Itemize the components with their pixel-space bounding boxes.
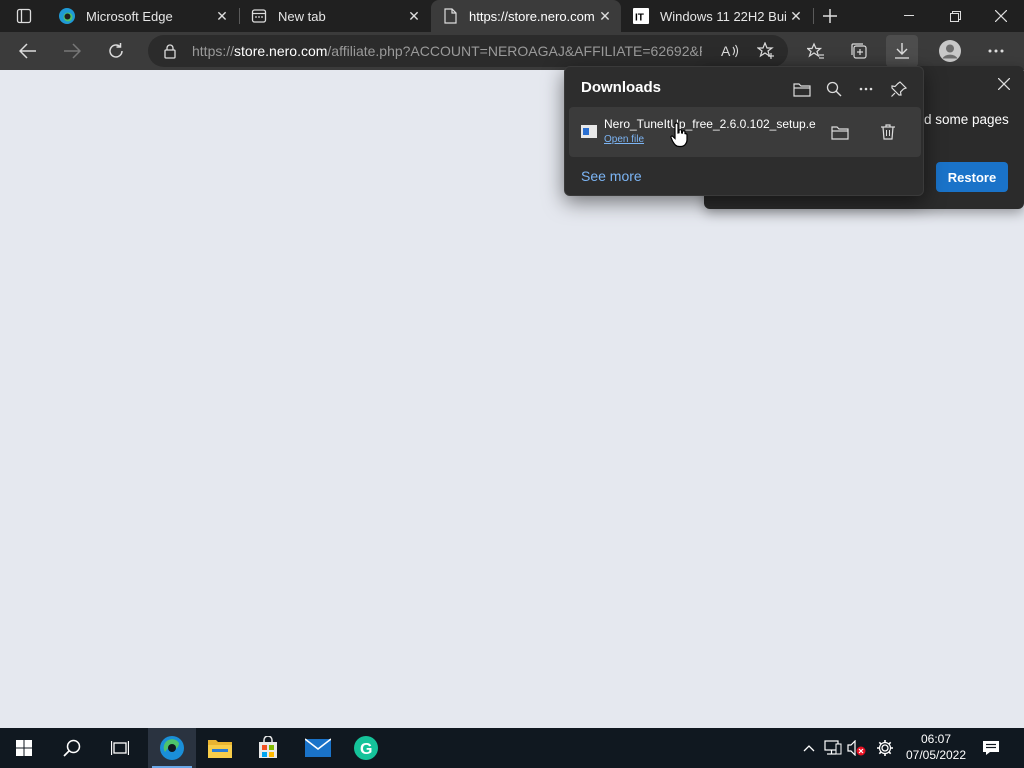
lock-icon[interactable] [160, 43, 180, 59]
collections-icon[interactable] [843, 35, 875, 67]
favorites-icon[interactable] [800, 35, 832, 67]
pin-icon[interactable] [885, 75, 913, 103]
downloads-flyout: Downloads Nero_TuneItUp_free_2.6.0.102_s… [564, 66, 924, 196]
close-tab-icon[interactable]: ✕ [786, 6, 806, 26]
delete-icon[interactable] [874, 118, 902, 146]
tab-windows-11[interactable]: IT Windows 11 22H2 Build ✕ [622, 0, 812, 32]
page-icon [441, 7, 459, 25]
network-icon[interactable] [822, 728, 844, 768]
file-explorer-icon[interactable] [196, 728, 244, 768]
show-in-folder-icon[interactable] [826, 118, 854, 146]
windows-start-icon[interactable] [0, 728, 48, 768]
show-hidden-icons-icon[interactable] [799, 728, 819, 768]
restore-message: d some pages [924, 112, 1009, 127]
settings-more-icon[interactable] [980, 35, 1012, 67]
it-site-icon: IT [632, 7, 650, 25]
download-filename[interactable]: Nero_TuneItUp_free_2.6.0.102_setup.exe [604, 117, 816, 131]
hand-cursor-icon [670, 122, 688, 148]
mail-icon[interactable] [294, 728, 342, 768]
profile-avatar-icon[interactable] [934, 35, 966, 67]
tab-title: Microsoft Edge [86, 8, 173, 24]
refresh-icon[interactable] [100, 35, 132, 67]
close-tab-icon[interactable]: ✕ [404, 6, 424, 26]
download-icon [895, 43, 909, 59]
svg-text:A: A [721, 43, 731, 59]
edge-icon [58, 7, 76, 25]
grammarly-icon[interactable]: G [342, 728, 390, 768]
tab-microsoft-edge[interactable]: Microsoft Edge ✕ [48, 0, 238, 32]
clock-date: 07/05/2022 [905, 748, 967, 762]
new-tab-page-icon [250, 7, 268, 25]
exe-file-icon [580, 123, 598, 139]
restore-window-icon[interactable] [932, 0, 978, 32]
taskbar-edge-icon[interactable] [148, 728, 196, 768]
settings-gear-icon[interactable] [873, 728, 897, 768]
toolbar: https://store.nero.com/affiliate.php?ACC… [0, 32, 1024, 70]
new-tab-plus-icon[interactable] [818, 4, 842, 28]
tab-strip: Microsoft Edge ✕ New tab ✕ https://store… [0, 0, 1024, 32]
tab-title: Windows 11 22H2 Build [660, 8, 786, 24]
taskbar: G 06:07 07/05/2022 [0, 728, 1024, 768]
tab-title: New tab [278, 8, 326, 24]
download-item[interactable]: Nero_TuneItUp_free_2.6.0.102_setup.exe O… [569, 107, 921, 157]
open-file-link[interactable]: Open file [604, 134, 644, 145]
clock-time: 06:07 [920, 732, 952, 746]
volume-muted-icon[interactable] [846, 728, 868, 768]
tab-actions-icon[interactable] [8, 4, 40, 28]
close-window-icon[interactable] [978, 0, 1024, 32]
read-aloud-icon[interactable]: A [714, 35, 746, 67]
back-icon[interactable] [12, 35, 44, 67]
close-tab-icon[interactable]: ✕ [212, 6, 232, 26]
minimize-icon[interactable] [886, 0, 932, 32]
downloads-button[interactable] [886, 35, 918, 67]
tab-separator [813, 8, 814, 24]
tab-title: https://store.nero.com/affiliate.php [469, 8, 595, 24]
tab-nero-store[interactable]: https://store.nero.com/affiliate.php ✕ [431, 0, 621, 32]
close-icon[interactable] [992, 72, 1016, 96]
search-icon[interactable] [48, 728, 96, 768]
tab-new-tab[interactable]: New tab ✕ [240, 0, 430, 32]
svg-text:G: G [360, 741, 372, 758]
url-text[interactable]: https://store.nero.com/affiliate.php?ACC… [192, 43, 702, 59]
restore-button[interactable]: Restore [936, 162, 1008, 192]
search-downloads-icon[interactable] [820, 75, 848, 103]
see-more-link[interactable]: See more [581, 168, 642, 184]
downloads-title: Downloads [581, 79, 662, 96]
more-options-icon[interactable] [852, 75, 880, 103]
close-tab-icon[interactable]: ✕ [595, 6, 615, 26]
svg-text:IT: IT [635, 13, 644, 24]
microsoft-store-icon[interactable] [244, 728, 292, 768]
forward-icon[interactable] [56, 35, 88, 67]
address-bar[interactable]: https://store.nero.com/affiliate.php?ACC… [148, 35, 788, 67]
task-view-icon[interactable] [96, 728, 144, 768]
add-favorite-icon[interactable] [750, 35, 782, 67]
system-clock[interactable]: 06:07 07/05/2022 [898, 731, 974, 763]
open-downloads-folder-icon[interactable] [788, 75, 816, 103]
notifications-icon[interactable] [978, 728, 1004, 768]
